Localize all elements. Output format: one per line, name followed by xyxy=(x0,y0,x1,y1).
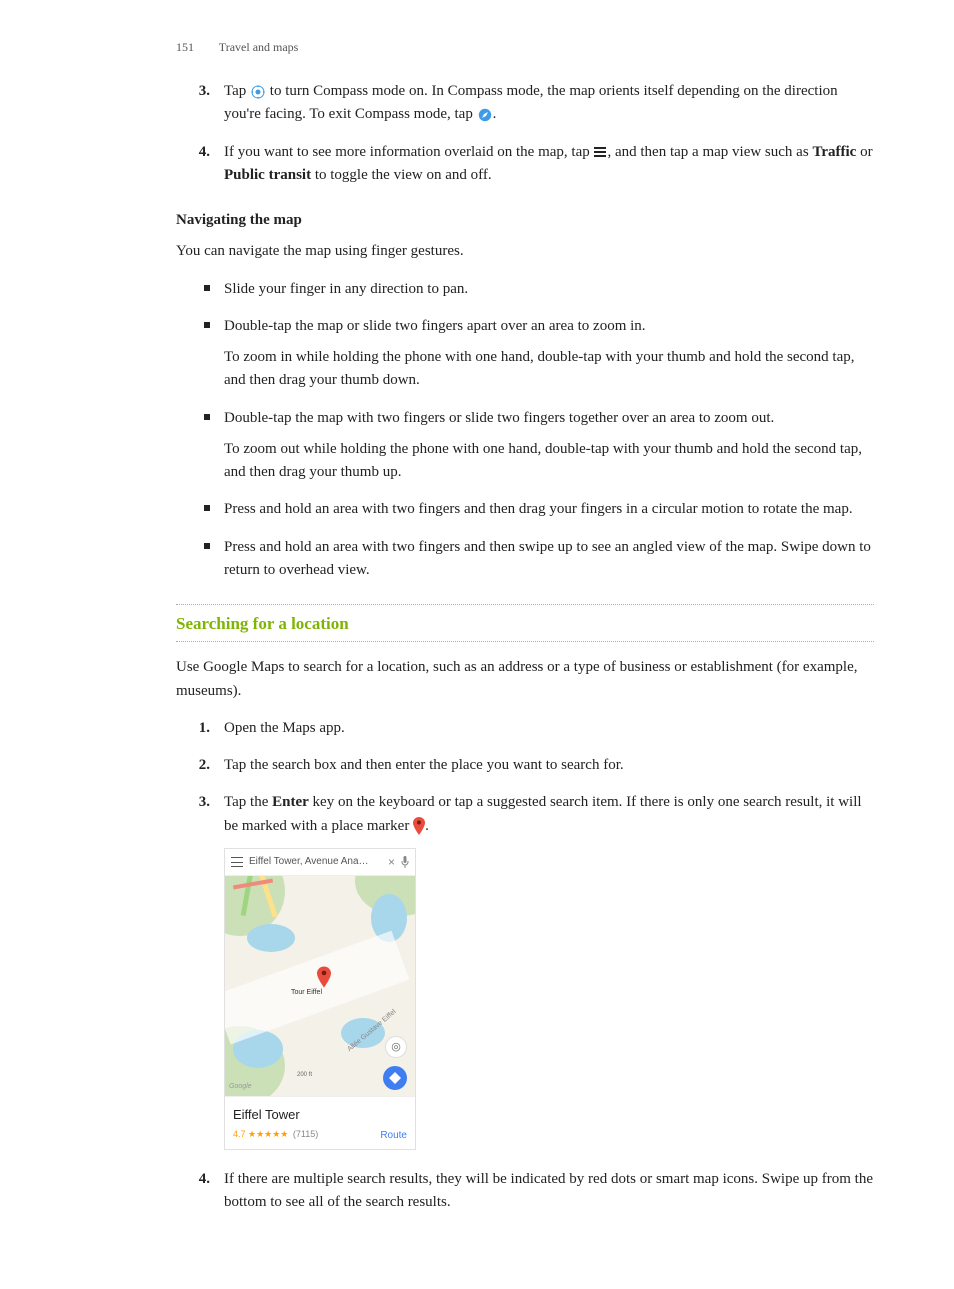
place-title: Eiffel Tower xyxy=(233,1105,407,1125)
text: Slide your finger in any direction to pa… xyxy=(224,281,468,297)
shot-info-card: Eiffel Tower 4.7 ★★★★★ (7115) Route xyxy=(225,1096,415,1149)
rating-count: (7115) xyxy=(293,1129,318,1139)
search-step-4: 4. If there are multiple search results,… xyxy=(176,1168,874,1215)
section-searching: Searching for a location xyxy=(176,604,874,642)
locate-icon: ◎ xyxy=(385,1036,407,1058)
shot-search-bar: Eiffel Tower, Avenue Ana… × xyxy=(225,849,415,877)
shot-search-text: Eiffel Tower, Avenue Ana… xyxy=(249,854,382,870)
pin-label: Tour Eiffel xyxy=(291,988,322,999)
text: Tap xyxy=(224,83,250,99)
scale-label: 200 ft xyxy=(297,1071,312,1080)
text: If you want to see more information over… xyxy=(224,144,593,160)
step-number: 4. xyxy=(186,1168,210,1191)
search-step-2: 2. Tap the search box and then enter the… xyxy=(176,754,874,777)
directions-icon xyxy=(383,1066,407,1090)
shot-map-area: Allée Gustave Eiffel Tour Eiffel ◎ 200 f… xyxy=(225,876,415,1096)
list-item: Slide your finger in any direction to pa… xyxy=(224,278,874,301)
compass-off-icon xyxy=(477,107,493,123)
place-marker-icon xyxy=(413,817,425,835)
search-step-1: 1. Open the Maps app. xyxy=(176,717,874,740)
step-body: If there are multiple search results, th… xyxy=(224,1171,873,1210)
nav-intro: You can navigate the map using finger ge… xyxy=(176,240,874,263)
text: key on the keyboard or tap a suggested s… xyxy=(224,794,862,833)
list-item: Press and hold an area with two fingers … xyxy=(224,536,874,583)
text: , and then tap a map view such as xyxy=(607,144,812,160)
search-step-3: 3. Tap the Enter key on the keyboard or … xyxy=(176,791,874,1150)
step-number: 3. xyxy=(186,791,210,814)
step-body: If you want to see more information over… xyxy=(224,144,873,183)
google-label: Google xyxy=(229,1082,252,1093)
mic-icon xyxy=(401,856,409,868)
step-number: 1. xyxy=(186,717,210,740)
page: 151 Travel and maps 3. Tap to turn Compa… xyxy=(0,0,954,1289)
map-screenshot: Eiffel Tower, Avenue Ana… × Allée Gustav… xyxy=(224,848,416,1150)
text: Tap the xyxy=(224,794,272,810)
text: . xyxy=(425,818,429,834)
text: . xyxy=(493,106,497,122)
step-body: Open the Maps app. xyxy=(224,720,345,736)
content: 3. Tap to turn Compass mode on. In Compa… xyxy=(176,80,874,1215)
step-number: 3. xyxy=(186,80,210,103)
step-body: Tap the search box and then enter the pl… xyxy=(224,757,624,773)
route-link: Route xyxy=(380,1128,407,1144)
text: Press and hold an area with two fingers … xyxy=(224,501,853,517)
text: or xyxy=(856,144,872,160)
text: to turn Compass mode on. In Compass mode… xyxy=(224,83,838,122)
bold-text: Enter xyxy=(272,794,309,810)
list-item: Press and hold an area with two fingers … xyxy=(224,498,874,521)
clear-icon: × xyxy=(388,853,395,872)
text: Press and hold an area with two fingers … xyxy=(224,539,871,578)
text: to toggle the view on and off. xyxy=(311,167,492,183)
section-name: Travel and maps xyxy=(219,40,299,54)
step-number: 4. xyxy=(186,141,210,164)
star-icons: ★★★★★ xyxy=(248,1129,288,1139)
step-number: 2. xyxy=(186,754,210,777)
bold-text: Traffic xyxy=(812,144,856,160)
rating: 4.7 ★★★★★ (7115) xyxy=(233,1128,318,1142)
search-intro: Use Google Maps to search for a location… xyxy=(176,656,874,703)
step-3: 3. Tap to turn Compass mode on. In Compa… xyxy=(176,80,874,127)
list-item: Double-tap the map with two fingers or s… xyxy=(224,407,874,485)
text: Double-tap the map or slide two fingers … xyxy=(224,318,646,334)
text: Double-tap the map with two fingers or s… xyxy=(224,410,774,426)
step-body: Tap to turn Compass mode on. In Compass … xyxy=(224,83,838,122)
sub-text: To zoom out while holding the phone with… xyxy=(224,438,874,485)
sub-text: To zoom in while holding the phone with … xyxy=(224,346,874,393)
page-header: 151 Travel and maps xyxy=(176,38,298,57)
menu-icon xyxy=(593,146,607,158)
nav-bullets: Slide your finger in any direction to pa… xyxy=(176,278,874,583)
step-body: Tap the Enter key on the keyboard or tap… xyxy=(224,794,862,833)
subheading-navigating: Navigating the map xyxy=(176,209,874,232)
compass-on-icon xyxy=(250,84,266,100)
hamburger-icon xyxy=(231,857,243,867)
bold-text: Public transit xyxy=(224,167,311,183)
list-item: Double-tap the map or slide two fingers … xyxy=(224,315,874,393)
step-4: 4. If you want to see more information o… xyxy=(176,141,874,188)
page-number: 151 xyxy=(176,40,194,54)
rating-value: 4.7 xyxy=(233,1129,246,1139)
